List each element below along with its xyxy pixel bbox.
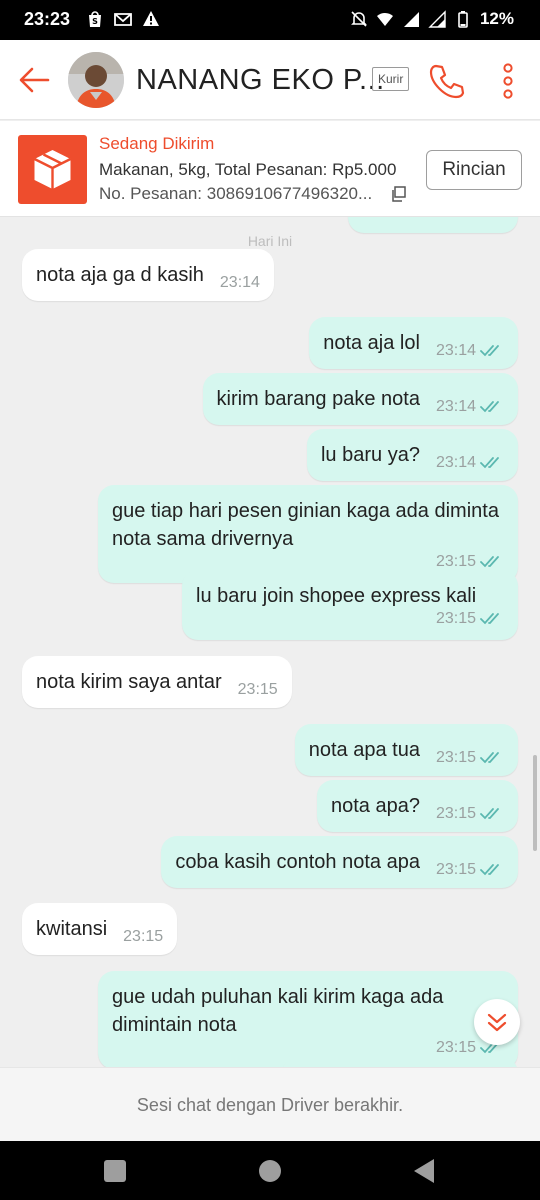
chat-messages[interactable]: Hari Ini nota aja ga d kasih 23:14 nota aj…	[0, 217, 540, 1067]
driver-photo	[68, 52, 124, 108]
message-text: nota apa tua	[308, 739, 420, 761]
shopee-bag-icon: S	[89, 11, 101, 27]
message-text: gue tiap hari pesen ginian kaga ada dimi…	[112, 500, 499, 550]
message-time: 23:14	[435, 398, 476, 415]
contact-name[interactable]: NANANG EKO P...	[136, 64, 385, 97]
double-chevron-down-icon	[487, 1013, 507, 1032]
message-meta: 23:14	[436, 342, 504, 360]
chat-ended-notice: Sesi chat dengan Driver berakhir.	[0, 1067, 540, 1141]
svg-text:S: S	[92, 17, 98, 26]
message-time: 23:15	[435, 749, 476, 766]
message-time: 23:14	[435, 454, 476, 471]
message-time: 23:14	[219, 274, 260, 291]
outgoing-message[interactable]: gue tiap hari pesen ginian kaga ada dimi…	[98, 485, 518, 583]
signal-2-icon	[428, 10, 446, 28]
message-time: 23:15	[435, 1039, 476, 1056]
copy-icon[interactable]	[390, 186, 406, 202]
double-check-icon	[480, 613, 499, 625]
package-icon	[18, 135, 87, 204]
order-description: Makanan, 5kg, Total Pesanan: Rp5.000	[99, 160, 397, 179]
outgoing-message[interactable]: gue udah puluhan kali kirim kaga ada dim…	[98, 971, 518, 1067]
home-button[interactable]	[259, 1160, 281, 1182]
outgoing-message[interactable]: lu baru ya? 23:14	[306, 429, 518, 481]
message-text: coba kasih contoh nota apa	[175, 851, 420, 873]
incoming-message[interactable]: kwitansi 23:15	[22, 903, 178, 955]
outgoing-message[interactable]: nota apa tua 23:15	[294, 724, 518, 776]
double-check-icon	[480, 457, 499, 469]
order-card[interactable]: Sedang Dikirim Makanan, 5kg, Total Pesan…	[0, 121, 540, 217]
message-text: lu baru join shopee express kali	[196, 585, 477, 607]
details-button[interactable]: Rincian	[426, 150, 522, 190]
message-meta: 23:14	[220, 274, 260, 292]
message-text: nota apa?	[330, 795, 420, 817]
outgoing-message[interactable]: nota apa? 23:15	[316, 780, 518, 832]
message-meta: 23:14	[436, 398, 504, 416]
double-check-icon	[480, 556, 499, 568]
outgoing-message[interactable]: coba kasih contoh nota apa 23:15	[161, 836, 518, 888]
role-badge: Kurir	[372, 67, 410, 91]
message-text: nota kirim saya antar	[36, 671, 222, 693]
order-number: No. Pesanan: 3086910677496320...	[99, 184, 373, 203]
message-time: 23:15	[237, 681, 278, 698]
message-meta: 23:14	[436, 454, 504, 472]
message-text: kirim barang pake nota	[216, 388, 420, 410]
message-text: nota aja lol	[323, 332, 420, 354]
outgoing-message[interactable]: lu baru join shopee express kali 23:15	[182, 570, 518, 640]
message-time: 23:15	[123, 928, 164, 945]
battery-icon	[458, 11, 468, 28]
status-time: 23:23	[24, 9, 71, 29]
message-partial-top	[348, 217, 518, 233]
double-check-icon	[480, 345, 499, 357]
message-meta: 23:15	[436, 861, 504, 879]
incoming-message[interactable]: nota aja ga d kasih 23:14	[22, 249, 274, 301]
message-meta: 23:15	[238, 681, 278, 699]
battery-percent: 12%	[479, 9, 514, 28]
back-arrow-icon[interactable]	[14, 60, 54, 100]
message-text: gue udah puluhan kali kirim kaga ada dim…	[112, 986, 444, 1036]
message-meta: 23:15	[123, 928, 163, 946]
incoming-message[interactable]: nota kirim saya antar 23:15	[22, 656, 292, 708]
notification-icons: S	[86, 10, 160, 28]
wifi-icon	[376, 12, 393, 26]
warning-icon	[143, 11, 159, 26]
system-icons: 12%	[350, 9, 514, 29]
chat-header: NANANG EKO P... Kurir	[0, 40, 540, 120]
message-time: 23:15	[435, 610, 476, 627]
message-meta: 23:15	[196, 610, 504, 628]
phone-icon[interactable]	[428, 62, 466, 100]
status-bar: 23:23 S 12%	[0, 0, 540, 40]
message-meta: 23:15	[112, 1039, 504, 1057]
scroll-to-bottom-button[interactable]	[474, 999, 520, 1045]
double-check-icon	[480, 808, 499, 820]
message-meta: 23:15	[436, 805, 504, 823]
recents-button[interactable]	[104, 1160, 126, 1182]
order-status: Sedang Dikirim	[99, 134, 215, 153]
avatar[interactable]	[68, 52, 124, 108]
message-time: 23:15	[435, 861, 476, 878]
message-meta: 23:15	[436, 749, 504, 767]
message-partial-bottom	[282, 1057, 518, 1067]
double-check-icon	[480, 864, 499, 876]
gmail-icon	[114, 13, 132, 26]
double-check-icon	[480, 401, 499, 413]
navigation-bar	[0, 1141, 540, 1200]
mute-icon	[351, 11, 367, 27]
signal-icon	[403, 12, 419, 27]
double-check-icon	[480, 752, 499, 764]
message-text: nota aja ga d kasih	[36, 264, 204, 286]
message-time: 23:15	[435, 805, 476, 822]
message-time: 23:14	[435, 342, 476, 359]
outgoing-message[interactable]: nota aja lol 23:14	[309, 317, 518, 369]
more-options-icon[interactable]	[496, 62, 520, 100]
date-separator: Hari Ini	[247, 233, 293, 249]
message-time: 23:15	[435, 553, 476, 570]
outgoing-message[interactable]: kirim barang pake nota 23:14	[202, 373, 518, 425]
message-text: kwitansi	[36, 918, 108, 940]
nav-back-button[interactable]	[414, 1159, 434, 1183]
scrollbar[interactable]	[533, 755, 537, 851]
message-text: lu baru ya?	[320, 444, 420, 466]
message-meta: 23:15	[112, 553, 504, 571]
